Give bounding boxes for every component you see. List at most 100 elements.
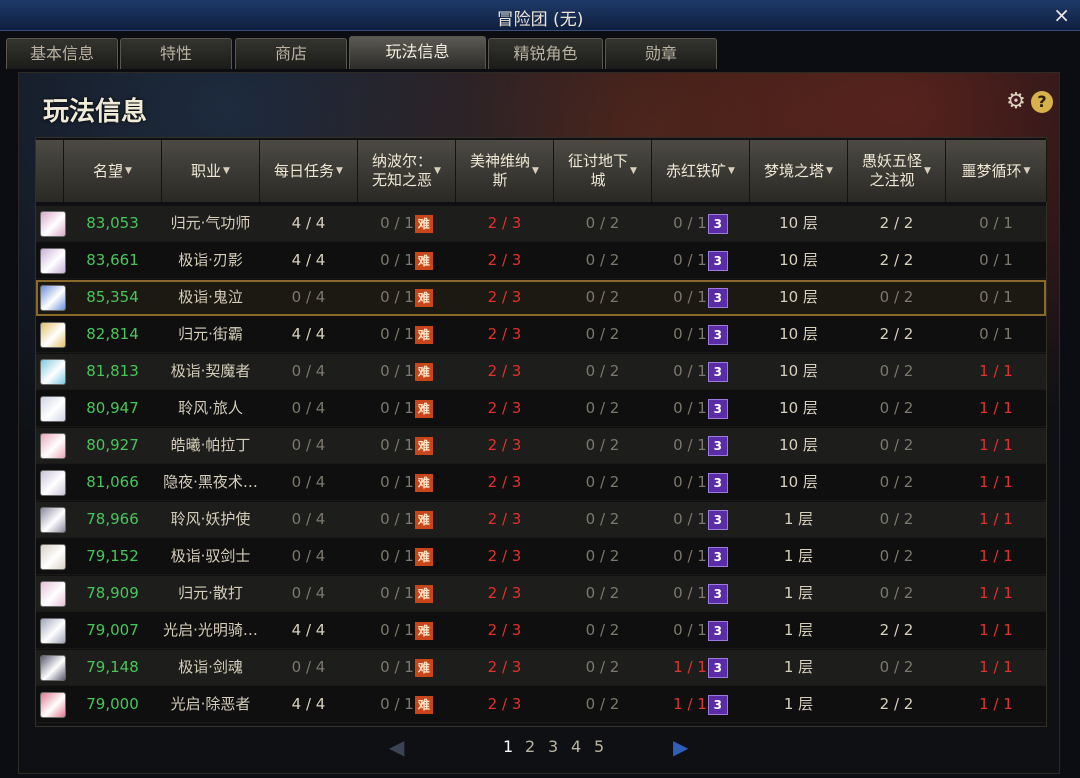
- daily-value: 4 / 4: [291, 325, 326, 343]
- tab-6[interactable]: 勋章: [605, 38, 717, 69]
- table-row[interactable]: 85,354 极诣·鬼泣 0 / 40 / 1难2 / 30 / 20 / 1 3 10…: [36, 280, 1046, 316]
- five-value: 0 / 2: [879, 658, 914, 676]
- page-1[interactable]: 1: [503, 737, 513, 756]
- job-value: 归元·散打: [178, 584, 243, 602]
- column-header-9[interactable]: 愚妖五怪 之注视 ▼: [848, 140, 946, 202]
- cell-five: 0 / 2: [848, 576, 945, 611]
- ore-value: 0 / 1: [673, 251, 707, 269]
- job-value: 皓曦·帕拉丁: [170, 436, 251, 454]
- cell-tower: 1 层: [750, 687, 847, 722]
- table-row[interactable]: 83,053 归元·气功师 4 / 40 / 1难2 / 30 / 20 / 131…: [36, 206, 1046, 242]
- sort-arrow-icon[interactable]: ▼: [826, 166, 833, 176]
- sort-arrow-icon[interactable]: ▼: [336, 166, 343, 176]
- nabol-value: 0 / 1: [380, 251, 414, 269]
- cell-dungeon: 0 / 2: [554, 280, 651, 315]
- nightmare-value: 0 / 1: [979, 251, 1013, 269]
- fame-value: 79,148: [86, 658, 139, 676]
- cell-ore: 0 / 13: [652, 317, 749, 352]
- cell-venus: 2 / 3: [456, 465, 553, 500]
- help-icon[interactable]: ?: [1031, 91, 1053, 113]
- tab-5[interactable]: 精锐角色: [488, 38, 603, 69]
- cell-venus: 2 / 3: [456, 280, 553, 315]
- dungeon-value: 0 / 2: [585, 473, 620, 491]
- tower-value: 10 层: [779, 325, 818, 343]
- difficulty-3-icon: 3: [707, 435, 728, 456]
- dungeon-value: 0 / 2: [585, 325, 620, 343]
- cell-daily: 0 / 4: [260, 465, 357, 500]
- column-header-2[interactable]: 职业 ▼: [162, 140, 260, 202]
- daily-value: 0 / 4: [291, 658, 326, 676]
- column-header-5[interactable]: 美神维纳 斯 ▼: [456, 140, 554, 202]
- table-row[interactable]: 82,814 归元·街霸 4 / 40 / 1难2 / 30 / 20 / 1 3 10…: [36, 317, 1046, 353]
- difficulty-3-icon: 3: [707, 287, 728, 308]
- table-row[interactable]: 79,007 光启·光明骑… 4 / 40 / 1难2 / 30 / 20 / 13…: [36, 613, 1046, 649]
- column-header-8[interactable]: 梦境之塔 ▼: [750, 140, 848, 202]
- hard-mode-icon: 难: [414, 214, 433, 233]
- page-5[interactable]: 5: [594, 737, 604, 756]
- table-row[interactable]: 81,813 极诣·契魔者 0 / 40 / 1难2 / 30 / 20 / 131…: [36, 354, 1046, 390]
- table-row[interactable]: 79,152 极诣·驭剑士 0 / 40 / 1难2 / 30 / 20 / 131…: [36, 539, 1046, 575]
- page-3[interactable]: 3: [548, 737, 558, 756]
- nabol-value: 0 / 1: [380, 288, 414, 306]
- cell-five: 0 / 2: [848, 650, 945, 685]
- prev-page-icon[interactable]: ◀: [389, 735, 404, 759]
- tab-4[interactable]: 玩法信息: [349, 36, 486, 69]
- next-page-icon[interactable]: ▶: [673, 735, 688, 759]
- column-header-3[interactable]: 每日任务 ▼: [260, 140, 358, 202]
- tower-value: 1 层: [783, 695, 814, 713]
- sort-arrow-icon[interactable]: ▼: [728, 166, 735, 176]
- five-value: 0 / 2: [879, 288, 914, 306]
- cell-ore: 0 / 13: [652, 465, 749, 500]
- tab-2[interactable]: 特性: [120, 38, 232, 69]
- tab-1[interactable]: 基本信息: [6, 38, 118, 69]
- cell-tower: 1 层: [750, 539, 847, 574]
- gear-icon[interactable]: ⚙: [1005, 91, 1027, 113]
- column-header-label: 美神维纳 斯: [470, 152, 531, 189]
- page-4[interactable]: 4: [571, 737, 581, 756]
- table-row[interactable]: 83,661 极诣·刃影 4 / 40 / 1难2 / 30 / 20 / 1 3 10…: [36, 243, 1046, 279]
- cell-fame: 83,661: [64, 243, 161, 278]
- table-row[interactable]: 78,966 聆风·妖护使 0 / 40 / 1难2 / 30 / 20 / 131…: [36, 502, 1046, 538]
- table-row[interactable]: 81,066 隐夜·黑夜术… 0 / 40 / 1难2 / 30 / 20 / 13…: [36, 465, 1046, 501]
- cell-fame: 82,814: [64, 317, 161, 352]
- table-row[interactable]: 79,148 极诣·剑魂 0 / 40 / 1难2 / 30 / 21 / 131 …: [36, 650, 1046, 686]
- cell-venus: 2 / 3: [456, 539, 553, 574]
- table-row[interactable]: 79,000 光启·除恶者 4 / 40 / 1难2 / 30 / 21 / 131…: [36, 687, 1046, 723]
- cell-job: 极诣·刃影: [162, 243, 259, 278]
- cell-daily: 0 / 4: [260, 280, 357, 315]
- sort-arrow-icon[interactable]: ▼: [532, 166, 539, 176]
- dungeon-value: 0 / 2: [585, 251, 620, 269]
- page-2[interactable]: 2: [525, 737, 535, 756]
- table-row[interactable]: 78,909 归元·散打 0 / 40 / 1难2 / 30 / 20 / 131 …: [36, 576, 1046, 612]
- tower-value: 10 层: [779, 436, 818, 454]
- five-value: 2 / 2: [879, 325, 914, 343]
- sort-arrow-icon[interactable]: ▼: [125, 166, 132, 176]
- nightmare-value: 1 / 1: [979, 436, 1013, 454]
- column-header-10[interactable]: 噩梦循环 ▼: [946, 140, 1047, 202]
- dungeon-value: 0 / 2: [585, 621, 620, 639]
- sort-arrow-icon[interactable]: ▼: [630, 166, 637, 176]
- ore-value: 1 / 1: [673, 695, 707, 713]
- column-header-6[interactable]: 征讨地下 城 ▼: [554, 140, 652, 202]
- avatar: [40, 359, 66, 385]
- nightmare-value: 1 / 1: [979, 658, 1013, 676]
- tab-3[interactable]: 商店: [235, 38, 347, 69]
- column-header-7[interactable]: 赤红铁矿 ▼: [652, 140, 750, 202]
- job-value: 极诣·驭剑士: [170, 547, 251, 565]
- fame-value: 82,814: [86, 325, 139, 343]
- column-header-4[interactable]: 纳波尔： 无知之恶 ▼: [358, 140, 456, 202]
- dungeon-value: 0 / 2: [585, 658, 620, 676]
- table-row[interactable]: 80,947 聆风·旅人 0 / 40 / 1难2 / 30 / 20 / 1 3 10…: [36, 391, 1046, 427]
- avatar: [40, 544, 66, 570]
- sort-arrow-icon[interactable]: ▼: [924, 166, 931, 176]
- sort-arrow-icon[interactable]: ▼: [223, 166, 230, 176]
- nightmare-value: 1 / 1: [979, 621, 1013, 639]
- column-header-1[interactable]: 名望 ▼: [64, 140, 162, 202]
- close-icon[interactable]: ×: [1053, 3, 1070, 27]
- nabol-value: 0 / 1: [380, 695, 414, 713]
- sort-arrow-icon[interactable]: ▼: [434, 166, 441, 176]
- sort-arrow-icon[interactable]: ▼: [1024, 166, 1031, 176]
- cell-five: 2 / 2: [848, 206, 945, 241]
- difficulty-3-icon: 3: [707, 657, 728, 678]
- table-row[interactable]: 80,927 皓曦·帕拉丁 0 / 40 / 1难2 / 30 / 20 / 131…: [36, 428, 1046, 464]
